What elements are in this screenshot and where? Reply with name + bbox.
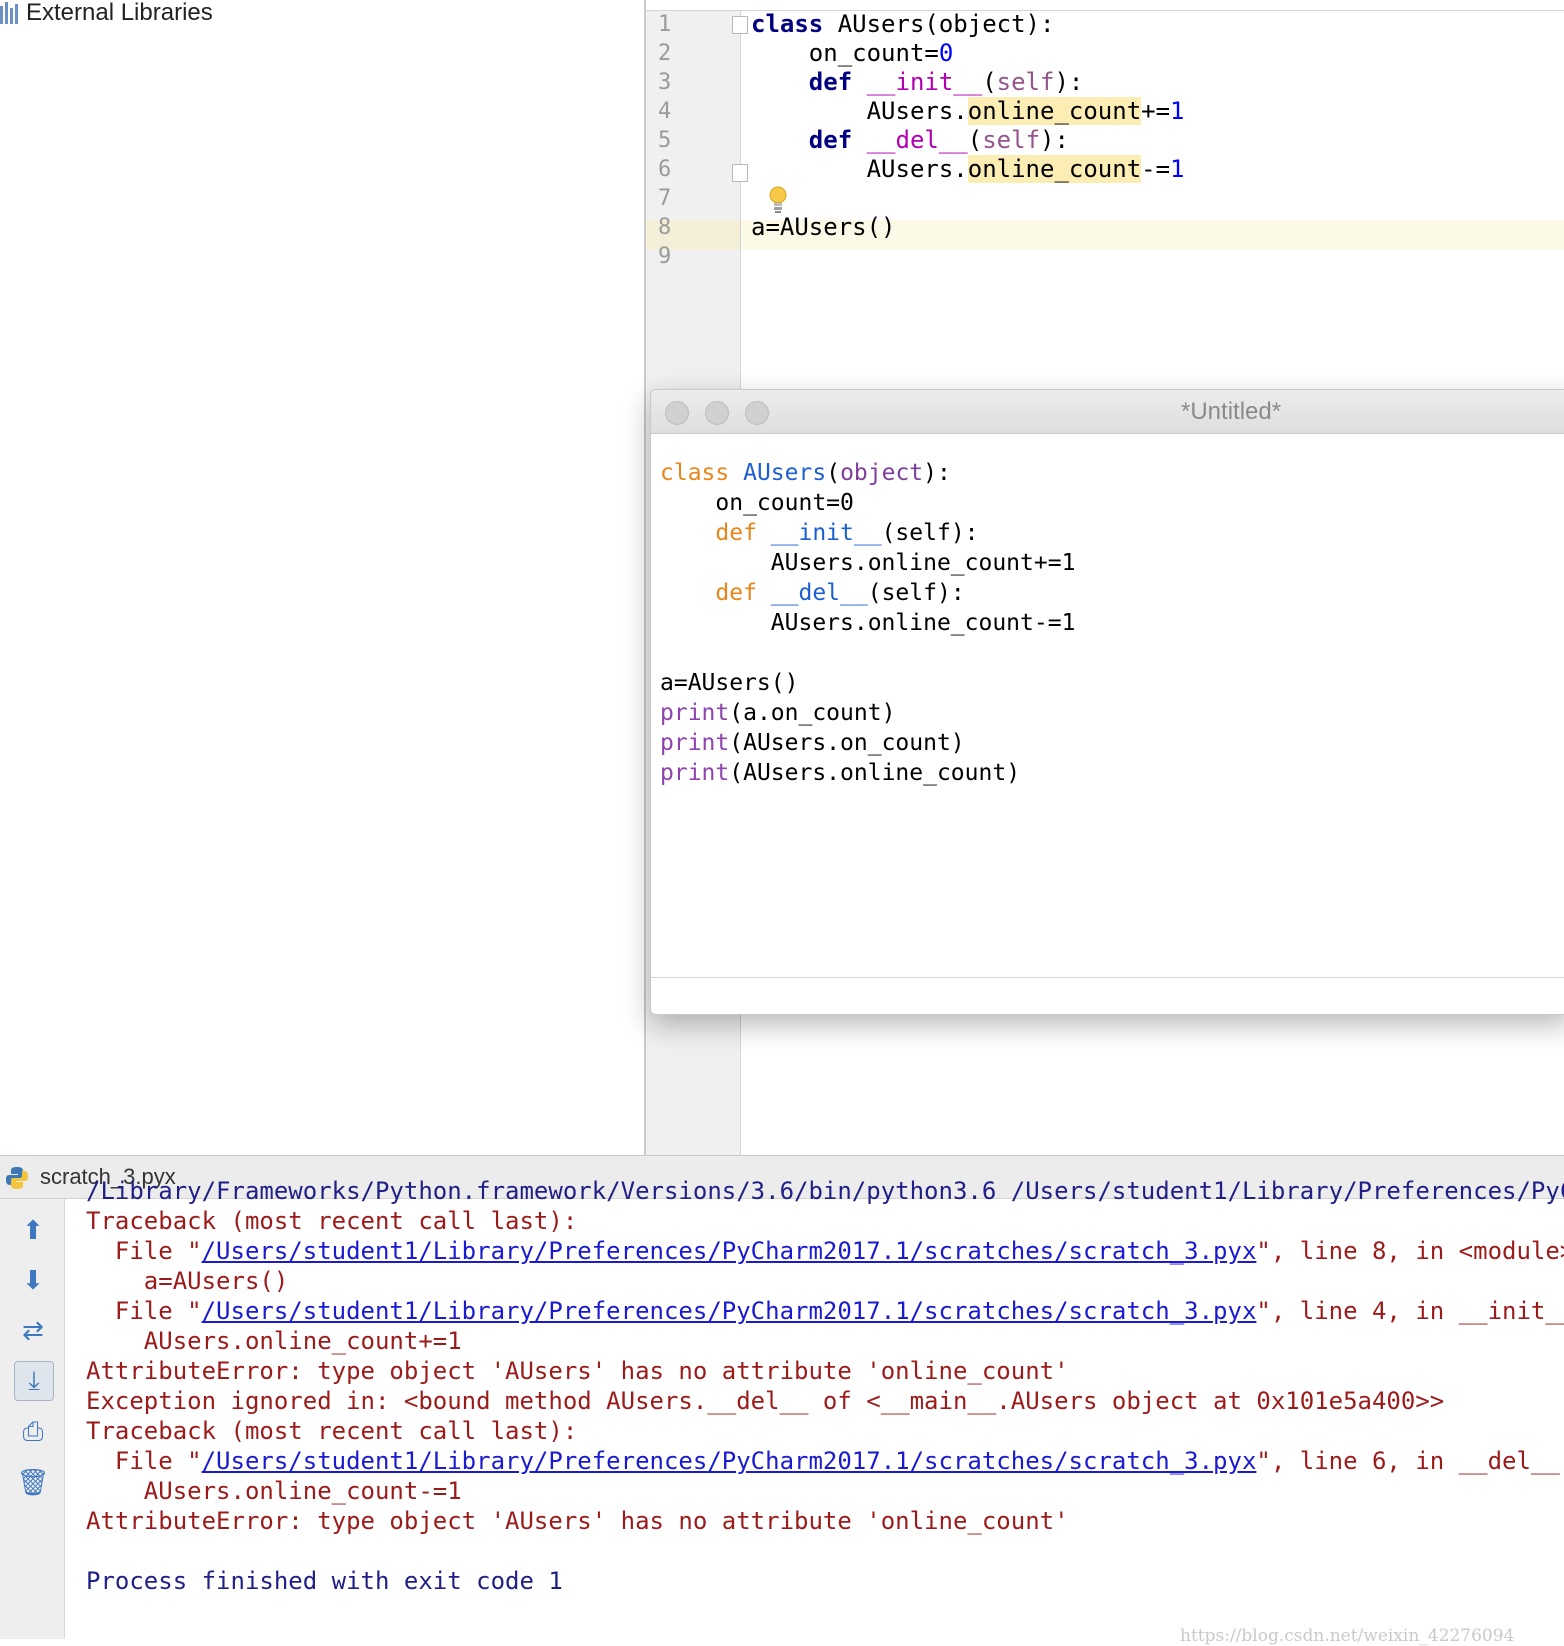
text-line-5: def __del__(self):	[715, 580, 965, 606]
trash-icon[interactable]: 🗑	[14, 1463, 52, 1501]
text-line-10: print(AUsers.on_count)	[660, 730, 965, 756]
window-title: *Untitled*	[1181, 398, 1282, 425]
line-number: 4	[658, 99, 672, 124]
output-code-line: a=AUsers()	[86, 1267, 289, 1295]
output-traceback: Traceback (most recent call last):	[86, 1207, 578, 1235]
text-line-9: print(a.on_count)	[660, 700, 896, 726]
code-line-8: a=AUsers()	[751, 213, 896, 241]
text-line-4: AUsers.online_count+=1	[660, 550, 1076, 576]
line-number: 3	[658, 70, 672, 95]
python-file-icon	[6, 1167, 28, 1189]
code-line-6: AUsers.online_count-=1	[751, 155, 1185, 183]
output-code-line: AUsers.online_count+=1	[86, 1327, 462, 1355]
window-titlebar[interactable]: *Untitled*	[651, 390, 1564, 434]
line-number: 2	[658, 41, 672, 66]
output-error: AttributeError: type object 'AUsers' has…	[86, 1357, 1069, 1385]
text-line-6: AUsers.online_count-=1	[660, 610, 1076, 636]
code-line-4: AUsers.online_count+=1	[751, 97, 1185, 125]
output-exception-ignored: Exception ignored in: <bound method AUse…	[86, 1387, 1445, 1415]
output-traceback: Traceback (most recent call last):	[86, 1417, 578, 1445]
code-line-3: def __init__(self):	[808, 68, 1084, 96]
external-libraries-label: External Libraries	[26, 0, 213, 26]
line-number: 9	[658, 244, 672, 269]
output-code-line: AUsers.online_count-=1	[86, 1477, 462, 1505]
file-link[interactable]: /Users/student1/Library/Preferences/PyCh…	[202, 1297, 1257, 1325]
up-arrow-icon[interactable]: ⬆	[14, 1211, 52, 1249]
output-command: /Library/Frameworks/Python.framework/Ver…	[86, 1177, 1564, 1205]
window-status-bar	[651, 977, 1564, 1014]
output-file-line: File "/Users/student1/Library/Preference…	[86, 1447, 1560, 1475]
lightbulb-icon[interactable]	[768, 186, 788, 214]
line-number: 6	[658, 157, 672, 182]
minimize-window-button[interactable]	[705, 401, 729, 425]
text-line-3: def __init__(self):	[715, 520, 979, 546]
untitled-text-window[interactable]: *Untitled* class AUsers(object): on_coun…	[650, 389, 1564, 1015]
output-file-line: File "/Users/student1/Library/Preference…	[86, 1237, 1564, 1265]
output-process-finished: Process finished with exit code 1	[86, 1567, 563, 1595]
line-number: 7	[658, 186, 672, 211]
close-window-button[interactable]	[665, 401, 689, 425]
text-line-11: print(AUsers.online_count)	[660, 760, 1021, 786]
text-line-8: a=AUsers()	[660, 670, 799, 696]
code-line-2: on_count=0	[751, 39, 954, 67]
external-libraries-node[interactable]: External Libraries	[0, 0, 213, 26]
fold-open-icon[interactable]	[732, 16, 748, 34]
rerun-icon[interactable]: ⇄	[14, 1311, 52, 1349]
project-panel: External Libraries	[0, 0, 644, 1155]
down-arrow-icon[interactable]: ⬇	[14, 1261, 52, 1299]
line-number: 1	[658, 12, 672, 37]
file-link[interactable]: /Users/student1/Library/Preferences/PyCh…	[202, 1447, 1257, 1475]
run-tool-window: scratch_3.pyx ⬆ ⬇ ⇄ ⤓ ⎙ 🗑 /Library/Frame…	[0, 1155, 1564, 1639]
libraries-icon	[0, 2, 18, 24]
output-error: AttributeError: type object 'AUsers' has…	[86, 1507, 1069, 1535]
print-icon[interactable]: ⎙	[14, 1413, 52, 1451]
fold-close-icon[interactable]	[732, 164, 748, 182]
watermark: https://blog.csdn.net/weixin_42276094	[1180, 1626, 1515, 1646]
output-file-line: File "/Users/student1/Library/Preference…	[86, 1297, 1564, 1325]
code-line-1: class AUsers(object):	[751, 10, 1055, 38]
file-link[interactable]: /Users/student1/Library/Preferences/PyCh…	[202, 1237, 1257, 1265]
text-line-2: on_count=0	[660, 490, 854, 516]
run-toolbar: ⬆ ⬇ ⇄ ⤓ ⎙ 🗑	[0, 1199, 65, 1639]
scroll-to-end-icon[interactable]: ⤓	[14, 1361, 54, 1401]
text-line-1: class AUsers(object):	[660, 460, 951, 486]
zoom-window-button[interactable]	[745, 401, 769, 425]
line-number: 8	[658, 215, 672, 240]
code-line-5: def __del__(self):	[808, 126, 1069, 154]
line-number: 5	[658, 128, 672, 153]
